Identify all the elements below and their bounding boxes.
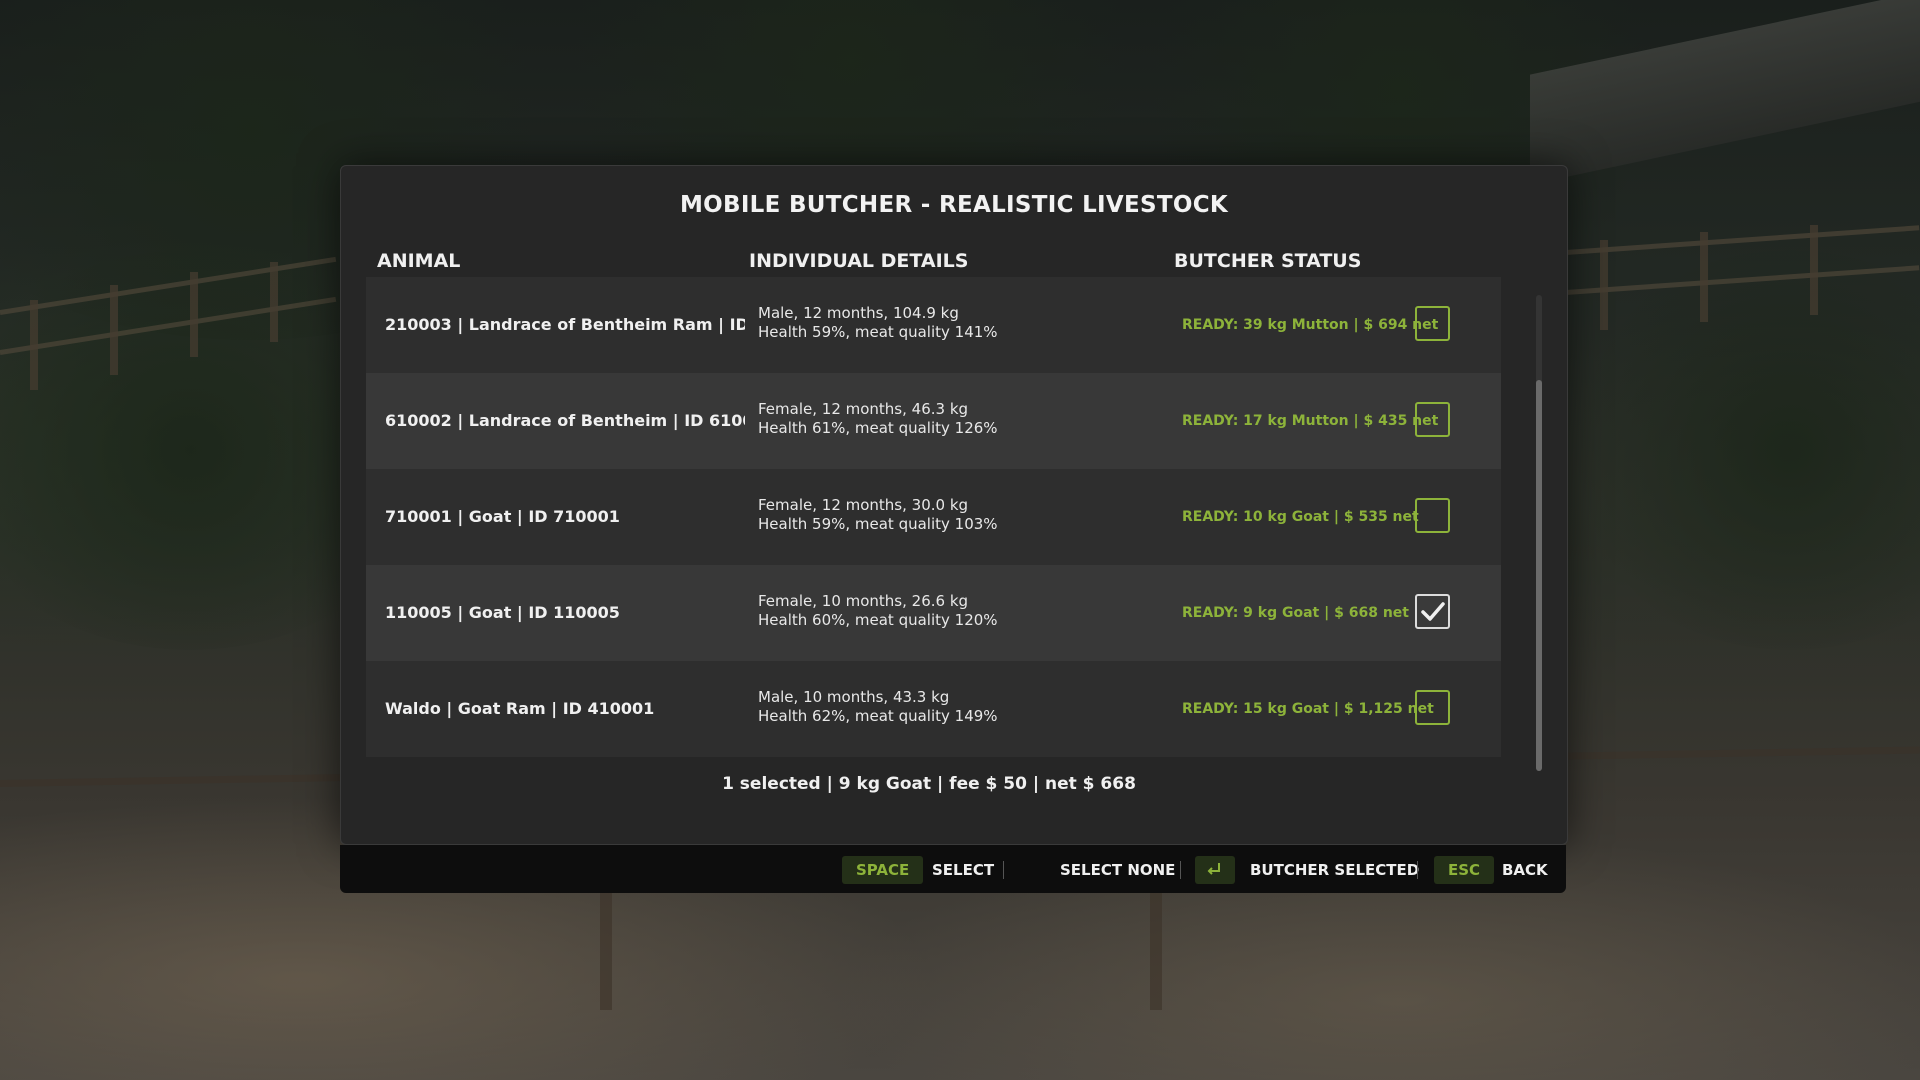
column-header-status: BUTCHER STATUS xyxy=(1174,250,1362,272)
animal-details: Male, 12 months, 104.9 kg Health 59%, me… xyxy=(758,304,1158,342)
butcher-status: READY: 10 kg Goat | $ 535 net xyxy=(1182,509,1419,525)
select-checkbox[interactable] xyxy=(1415,594,1450,629)
table-row[interactable]: 210003 | Landrace of Bentheim Ram | ID .… xyxy=(366,277,1501,373)
animal-name: 710001 | Goat | ID 710001 xyxy=(385,507,620,526)
details-line: Female, 12 months, 46.3 kg xyxy=(758,400,969,418)
space-key-hint[interactable]: SPACE xyxy=(842,856,924,884)
list-scrollbar[interactable] xyxy=(1536,295,1542,771)
details-line: Male, 10 months, 43.3 kg xyxy=(758,688,950,706)
butcher-selected-button[interactable]: BUTCHER SELECTED xyxy=(1250,856,1419,884)
column-header-details: INDIVIDUAL DETAILS xyxy=(749,250,969,272)
animal-details: Female, 10 months, 26.6 kg Health 60%, m… xyxy=(758,592,1158,630)
butcher-status: READY: 15 kg Goat | $ 1,125 net xyxy=(1182,701,1434,717)
checkmark-icon xyxy=(1421,602,1445,621)
animal-details: Female, 12 months, 30.0 kg Health 59%, m… xyxy=(758,496,1158,534)
animal-details: Female, 12 months, 46.3 kg Health 61%, m… xyxy=(758,400,1158,438)
butcher-status: READY: 39 kg Mutton | $ 694 net xyxy=(1182,317,1439,333)
animal-name: 210003 | Landrace of Bentheim Ram | ID .… xyxy=(385,315,745,334)
mobile-butcher-dialog: MOBILE BUTCHER - REALISTIC LIVESTOCK ANI… xyxy=(340,165,1568,845)
button-bar: SPACE SELECT SELECT NONE BUTCHER SELECTE… xyxy=(340,845,1566,893)
animal-name: 110005 | Goat | ID 110005 xyxy=(385,603,620,622)
details-line: Female, 12 months, 30.0 kg xyxy=(758,496,969,514)
separator xyxy=(1180,861,1181,879)
scrollbar-thumb[interactable] xyxy=(1536,380,1542,771)
select-button[interactable]: SELECT xyxy=(932,856,994,884)
animal-name: Waldo | Goat Ram | ID 410001 xyxy=(385,699,655,718)
select-checkbox[interactable] xyxy=(1415,690,1450,725)
animal-details: Male, 10 months, 43.3 kg Health 62%, mea… xyxy=(758,688,1158,726)
details-line: Health 59%, meat quality 141% xyxy=(758,323,998,341)
back-button[interactable]: BACK xyxy=(1502,856,1548,884)
animal-list: 210003 | Landrace of Bentheim Ram | ID .… xyxy=(366,277,1501,757)
details-line: Health 61%, meat quality 126% xyxy=(758,419,998,437)
details-line: Health 59%, meat quality 103% xyxy=(758,515,998,533)
enter-arrow-icon[interactable] xyxy=(1195,856,1235,884)
select-checkbox[interactable] xyxy=(1415,306,1450,341)
select-checkbox[interactable] xyxy=(1415,402,1450,437)
table-row[interactable]: 110005 | Goat | ID 110005 Female, 10 mon… xyxy=(366,565,1501,661)
dialog-title: MOBILE BUTCHER - REALISTIC LIVESTOCK xyxy=(679,192,1229,218)
butcher-status: READY: 17 kg Mutton | $ 435 net xyxy=(1182,413,1439,429)
animal-name: 610002 | Landrace of Bentheim | ID 61000… xyxy=(385,411,745,430)
separator xyxy=(1417,861,1418,879)
select-checkbox[interactable] xyxy=(1415,498,1450,533)
separator xyxy=(1003,861,1004,879)
details-line: Male, 12 months, 104.9 kg xyxy=(758,304,959,322)
table-row[interactable]: 610002 | Landrace of Bentheim | ID 61000… xyxy=(366,373,1501,469)
select-none-button[interactable]: SELECT NONE xyxy=(1060,856,1175,884)
butcher-status: READY: 9 kg Goat | $ 668 net xyxy=(1182,605,1409,621)
details-line: Female, 10 months, 26.6 kg xyxy=(758,592,969,610)
details-line: Health 62%, meat quality 149% xyxy=(758,707,998,725)
selection-summary: 1 selected | 9 kg Goat | fee $ 50 | net … xyxy=(722,774,1136,794)
column-header-animal: ANIMAL xyxy=(377,250,461,272)
esc-key-hint[interactable]: ESC xyxy=(1434,856,1495,884)
table-row[interactable]: 710001 | Goat | ID 710001 Female, 12 mon… xyxy=(366,469,1501,565)
table-row[interactable]: Waldo | Goat Ram | ID 410001 Male, 10 mo… xyxy=(366,661,1501,757)
details-line: Health 60%, meat quality 120% xyxy=(758,611,998,629)
